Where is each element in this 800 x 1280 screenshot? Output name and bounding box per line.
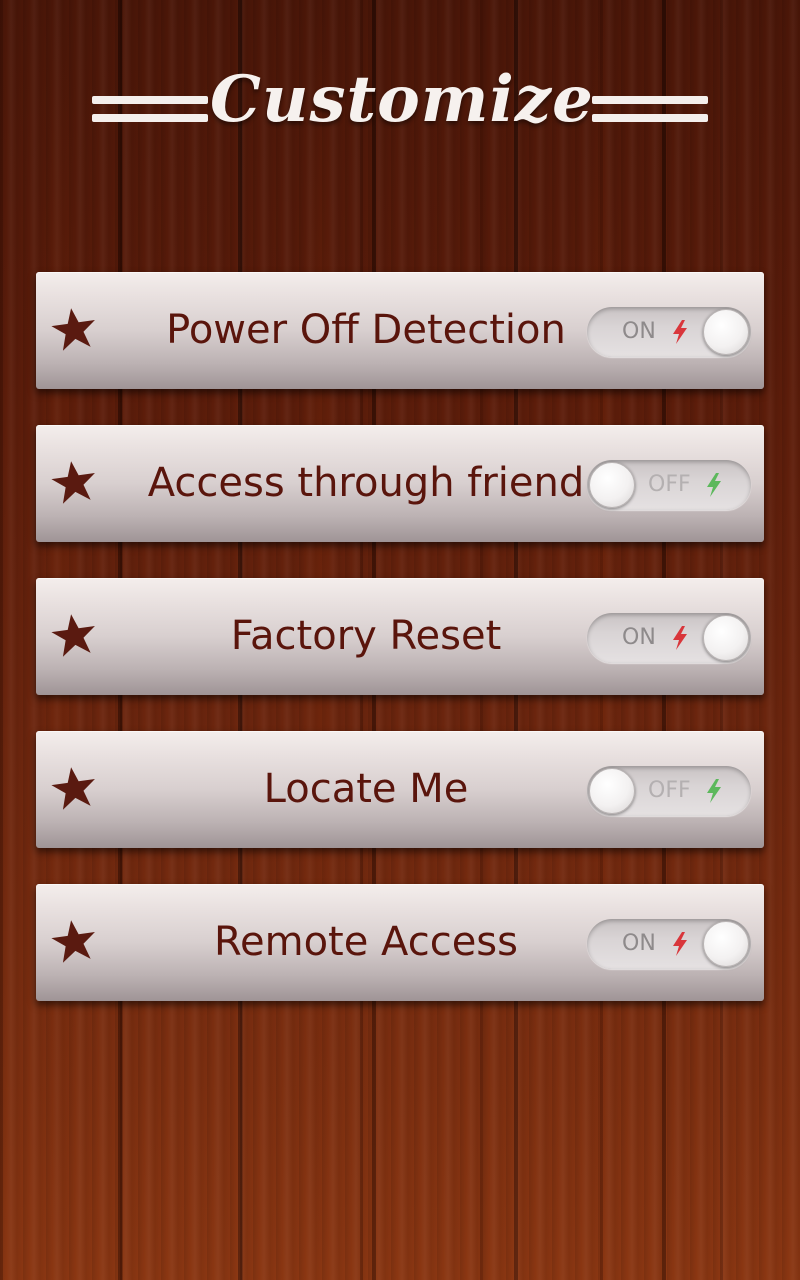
setting-label: Locate Me [263,766,469,812]
toggle-state-text: OFF [648,778,691,803]
setting-label: Remote Access [214,919,518,965]
lightning-bolt-icon [673,320,687,344]
toggle-knob[interactable] [589,768,635,814]
toggle-knob[interactable] [703,309,749,355]
star-icon [51,920,95,963]
settings-list: Power Off Detection ON Access through fr… [36,272,764,1037]
power-off-detection-toggle[interactable]: ON [587,307,751,357]
star-icon [51,767,95,810]
toggle-knob[interactable] [703,615,749,661]
toggle-state-text: ON [622,319,656,344]
setting-row-remote-access: Remote Access ON [36,884,764,1001]
lightning-bolt-icon [707,779,721,803]
locate-me-toggle[interactable]: OFF [587,766,751,816]
setting-row-power-off-detection: Power Off Detection ON [36,272,764,389]
toggle-knob[interactable] [589,462,635,508]
setting-label: Power Off Detection [166,307,566,353]
header-decoration-left [92,96,208,126]
lightning-bolt-icon [707,473,721,497]
setting-row-access-through-friend: Access through friend OFF [36,425,764,542]
access-through-friend-toggle[interactable]: OFF [587,460,751,510]
setting-row-factory-reset: Factory Reset ON [36,578,764,695]
star-icon [51,614,95,657]
page-header: Customize [0,60,800,150]
toggle-state-text: ON [622,625,656,650]
lightning-bolt-icon [673,626,687,650]
toggle-state-text: OFF [648,472,691,497]
setting-label: Factory Reset [230,613,502,659]
toggle-knob[interactable] [703,921,749,967]
factory-reset-toggle[interactable]: ON [587,613,751,663]
header-decoration-right [592,96,708,126]
star-icon [51,308,95,351]
star-icon [51,461,95,504]
page-title: Customize [210,62,594,137]
toggle-state-text: ON [622,931,656,956]
setting-label: Access through friend [147,460,585,506]
lightning-bolt-icon [673,932,687,956]
setting-row-locate-me: Locate Me OFF [36,731,764,848]
remote-access-toggle[interactable]: ON [587,919,751,969]
